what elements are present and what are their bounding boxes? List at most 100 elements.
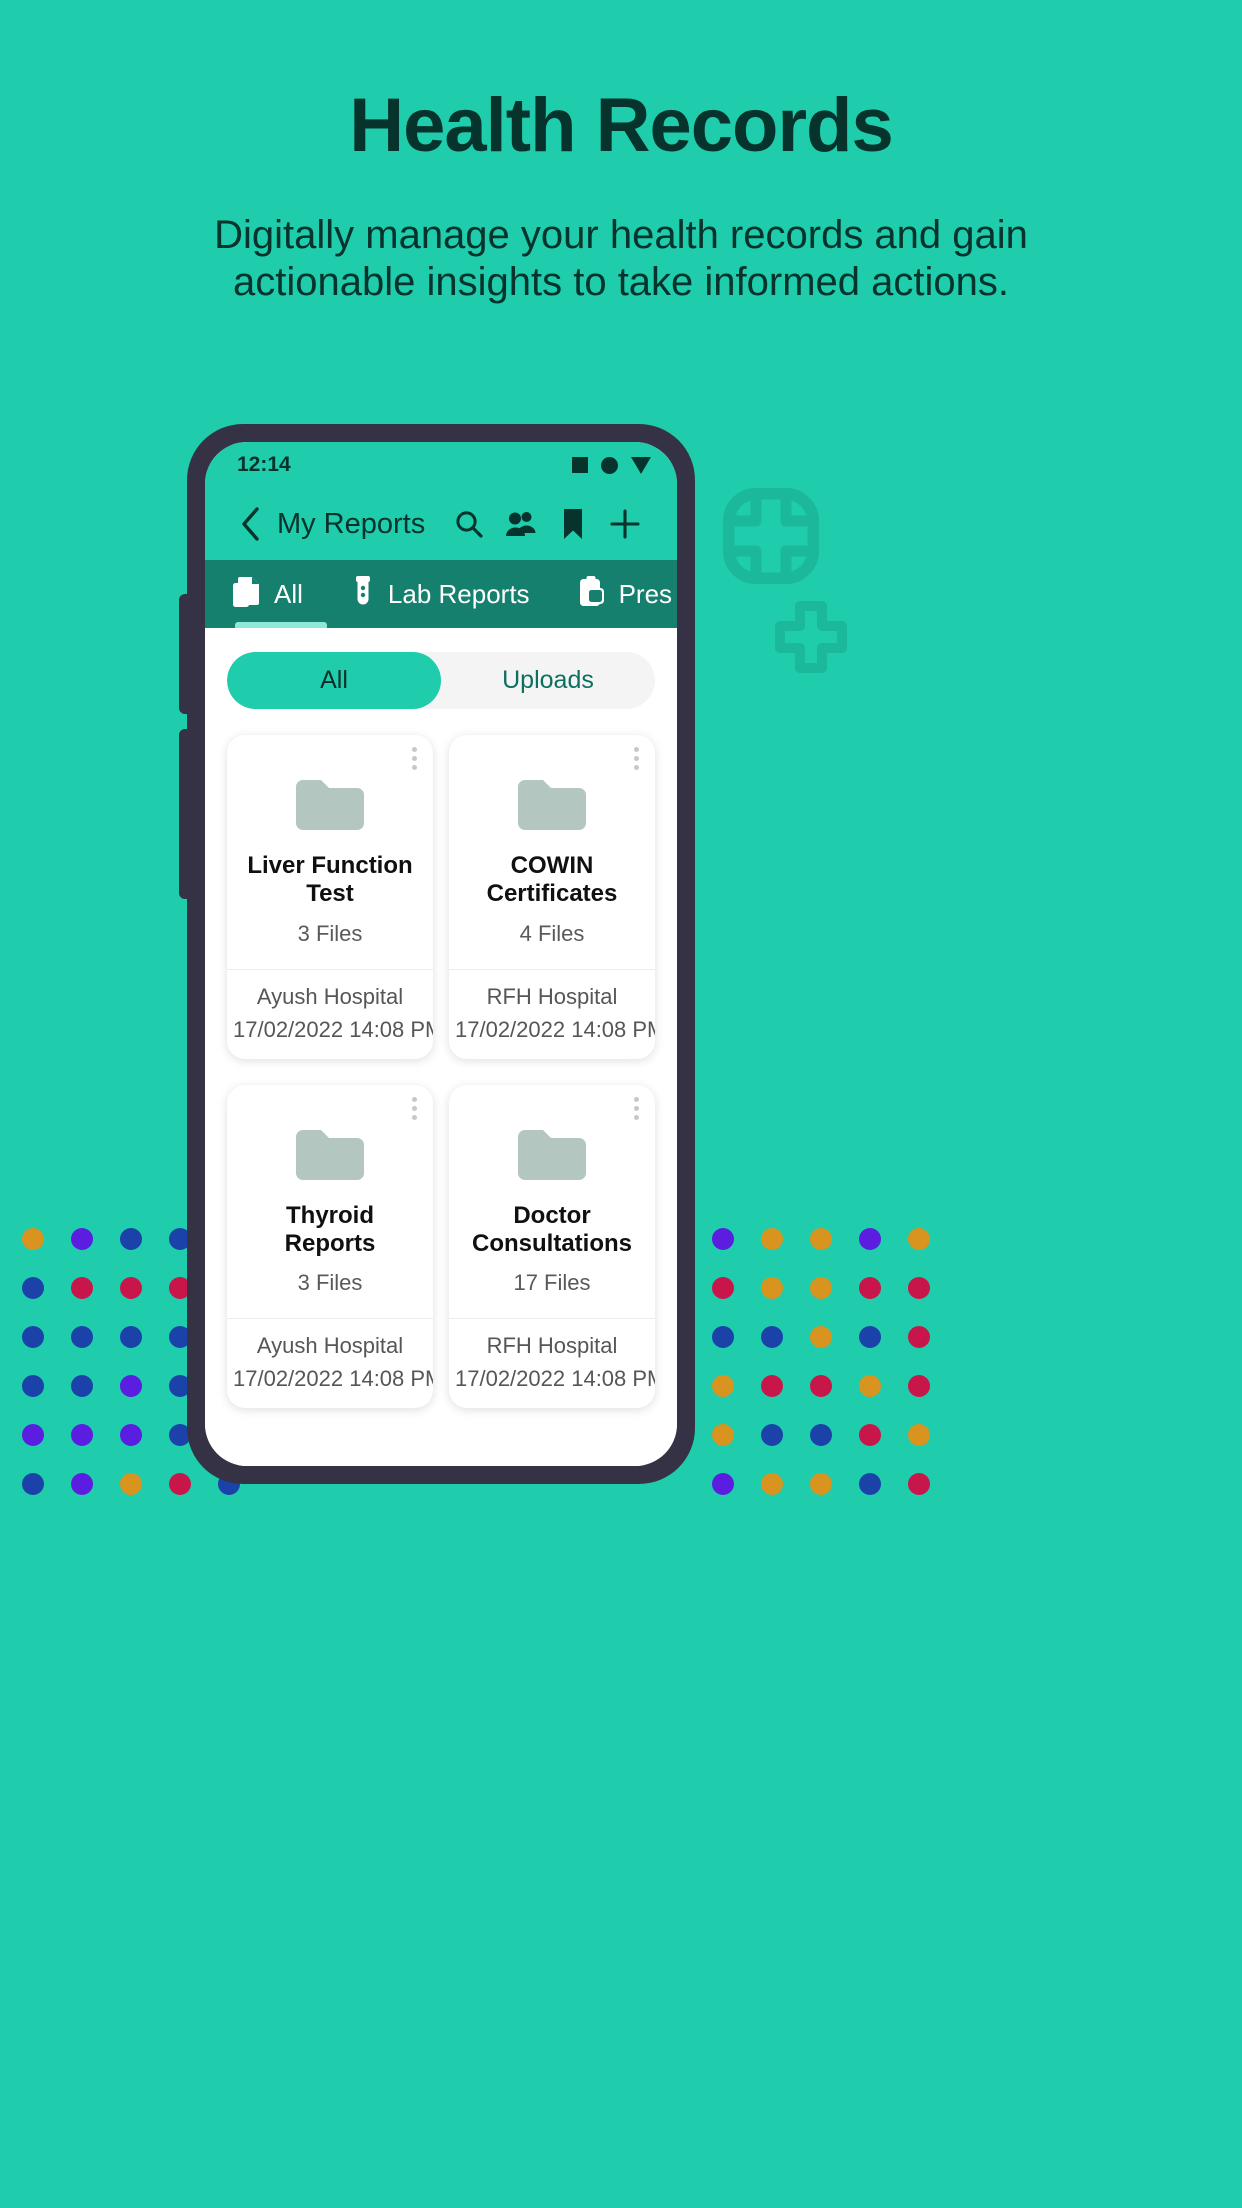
dot-cell bbox=[845, 1459, 894, 1508]
app-bar-title: My Reports bbox=[276, 507, 426, 540]
dot-cell bbox=[106, 1410, 155, 1459]
folder-card-file-count: 3 Files bbox=[297, 920, 363, 946]
folder-icon bbox=[515, 1127, 589, 1188]
circle-icon bbox=[601, 456, 618, 474]
dot-cell bbox=[796, 1459, 845, 1508]
dot bbox=[809, 1276, 832, 1299]
folder-card[interactable]: Doctor Consultations 17 Files RFH Hospit… bbox=[449, 1084, 655, 1409]
people-icon[interactable] bbox=[495, 509, 547, 539]
tab-lab-reports[interactable]: Lab Reports bbox=[351, 560, 552, 628]
dot bbox=[21, 1374, 44, 1397]
kebab-menu-icon[interactable] bbox=[634, 1096, 639, 1120]
dot-cell bbox=[106, 1263, 155, 1312]
segment-uploads[interactable]: Uploads bbox=[441, 652, 655, 709]
kebab-menu-icon[interactable] bbox=[412, 1096, 417, 1120]
folder-card[interactable]: Liver Function Test 3 Files Ayush Hospit… bbox=[227, 735, 433, 1059]
dot bbox=[119, 1227, 142, 1250]
dot-cell bbox=[57, 1361, 106, 1410]
dot bbox=[21, 1227, 44, 1250]
dot-cell bbox=[747, 1263, 796, 1312]
folder-icon bbox=[515, 777, 589, 838]
dot-cell bbox=[698, 1410, 747, 1459]
dot-cell bbox=[747, 1361, 796, 1410]
category-tab-strip: All Lab Reports Pres bbox=[205, 560, 677, 628]
hero-section: Health Records Digitally manage your hea… bbox=[0, 0, 1242, 306]
dot bbox=[21, 1423, 44, 1446]
triangle-down-icon bbox=[631, 456, 651, 474]
dot-cell bbox=[8, 1263, 57, 1312]
dot-cell bbox=[894, 1410, 943, 1459]
folder-card-top: Thyroid Reports 3 Files bbox=[227, 1085, 433, 1319]
folder-card-date: 17/02/2022 14:08 PM bbox=[455, 1366, 655, 1392]
dot bbox=[858, 1227, 881, 1250]
plus-icon[interactable] bbox=[599, 508, 651, 540]
dot bbox=[907, 1227, 930, 1250]
tab-prescriptions[interactable]: Pres bbox=[578, 560, 677, 628]
dot bbox=[907, 1276, 930, 1299]
dot bbox=[858, 1374, 881, 1397]
folder-card-footer: RFH Hospital 17/02/2022 14:08 PM bbox=[449, 968, 655, 1059]
dot-cell bbox=[747, 1214, 796, 1263]
dot-cell bbox=[57, 1263, 106, 1312]
folder-card-file-count: 17 Files bbox=[513, 1270, 591, 1296]
dot-cell bbox=[8, 1214, 57, 1263]
dot-cell bbox=[796, 1214, 845, 1263]
clipboard-icon bbox=[578, 575, 606, 614]
tab-all[interactable]: All bbox=[231, 560, 325, 628]
test-tube-icon bbox=[351, 575, 375, 614]
page-subtitle: Digitally manage your health records and… bbox=[214, 213, 1028, 304]
folder-card[interactable]: COWIN Certificates 4 Files RFH Hospital … bbox=[449, 735, 655, 1059]
chevron-left-icon[interactable] bbox=[235, 507, 265, 541]
status-bar-icons bbox=[572, 456, 651, 474]
bookmark-icon[interactable] bbox=[547, 508, 599, 540]
folder-card-hospital: Ayush Hospital bbox=[256, 1333, 404, 1359]
search-icon[interactable] bbox=[443, 509, 495, 539]
dot-cell bbox=[796, 1312, 845, 1361]
dot-cell bbox=[698, 1214, 747, 1263]
dot bbox=[907, 1472, 930, 1495]
segmented-control: All Uploads bbox=[227, 652, 655, 709]
dot-cell bbox=[845, 1312, 894, 1361]
status-bar: 12:14 bbox=[205, 442, 677, 488]
dot bbox=[760, 1227, 783, 1250]
phone-mockup: 12:14 My Reports All Lab Reports Pres Al… bbox=[179, 424, 695, 1484]
dot-cell bbox=[845, 1214, 894, 1263]
status-bar-time: 12:14 bbox=[237, 453, 291, 476]
folder-icon bbox=[293, 1127, 367, 1188]
tab-all-label: All bbox=[274, 578, 303, 609]
dot bbox=[21, 1325, 44, 1348]
dot bbox=[119, 1374, 142, 1397]
dot-cell bbox=[698, 1263, 747, 1312]
kebab-menu-icon[interactable] bbox=[634, 747, 639, 770]
right-dot-pattern bbox=[698, 1214, 943, 1508]
dot-cell bbox=[698, 1312, 747, 1361]
dot bbox=[119, 1276, 142, 1299]
folder-card[interactable]: Thyroid Reports 3 Files Ayush Hospital 1… bbox=[227, 1084, 433, 1409]
square-icon bbox=[572, 457, 588, 473]
dot-cell bbox=[796, 1263, 845, 1312]
dot bbox=[858, 1276, 881, 1299]
dot bbox=[70, 1472, 93, 1495]
cross-small-decoration bbox=[772, 598, 850, 676]
dot-cell bbox=[845, 1410, 894, 1459]
dot bbox=[907, 1374, 930, 1397]
folder-card-footer: Ayush Hospital 17/02/2022 14:08 PM bbox=[227, 1318, 433, 1408]
kebab-menu-icon[interactable] bbox=[412, 747, 417, 770]
segment-all[interactable]: All bbox=[227, 652, 441, 709]
dot bbox=[858, 1423, 881, 1446]
folder-icon bbox=[293, 777, 367, 838]
dot bbox=[70, 1325, 93, 1348]
dot bbox=[70, 1423, 93, 1446]
phone-screen: 12:14 My Reports All Lab Reports Pres Al… bbox=[205, 442, 677, 1466]
dot bbox=[711, 1423, 734, 1446]
phone-volume-up-button[interactable] bbox=[179, 594, 191, 714]
dot-cell bbox=[106, 1312, 155, 1361]
folder-card-hospital: RFH Hospital bbox=[486, 983, 618, 1009]
folder-card-hospital: Ayush Hospital bbox=[256, 983, 404, 1009]
dot-cell bbox=[747, 1410, 796, 1459]
page-title: Health Records bbox=[349, 83, 894, 168]
documents-icon bbox=[231, 575, 261, 614]
phone-volume-down-button[interactable] bbox=[179, 729, 191, 899]
folder-card-hospital: RFH Hospital bbox=[486, 1333, 618, 1359]
dot-cell bbox=[106, 1361, 155, 1410]
